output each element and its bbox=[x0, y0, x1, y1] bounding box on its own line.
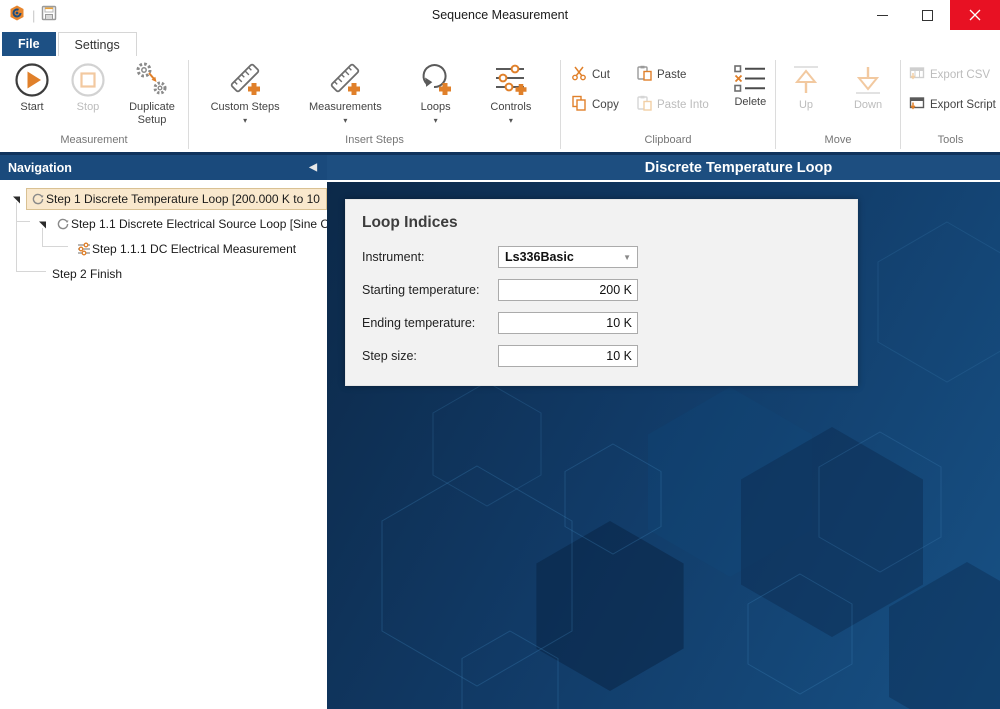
arrow-up-icon bbox=[788, 61, 824, 99]
expander-expanded-icon[interactable] bbox=[36, 218, 48, 230]
paste-into-icon bbox=[636, 95, 652, 114]
ending-temperature-label: Ending temperature: bbox=[362, 316, 498, 330]
duplicate-setup-button[interactable]: Duplicate Setup bbox=[120, 56, 184, 127]
content-area: Loop Indices Instrument: Ls336Basic ▼ St… bbox=[327, 180, 1000, 709]
tree-item-step-1-1[interactable]: Step 1.1 Discrete Electrical Source Loop… bbox=[0, 211, 327, 236]
dropdown-arrow-icon: ▼ bbox=[623, 253, 631, 262]
tree-item-step-1-1-1[interactable]: Step 1.1.1 DC Electrical Measurement bbox=[0, 236, 327, 261]
instrument-dropdown[interactable]: Ls336Basic ▼ bbox=[498, 246, 638, 268]
ruler-plus-icon bbox=[225, 59, 265, 101]
arrow-down-icon bbox=[850, 61, 886, 99]
ribbon-group-insert-steps: Custom Steps ▾ bbox=[189, 56, 560, 152]
group-label-move: Move bbox=[776, 134, 900, 152]
loop-icon bbox=[55, 216, 71, 232]
ribbon-group-move: Up Down Move bbox=[776, 56, 900, 152]
expander-expanded-icon[interactable] bbox=[10, 193, 22, 205]
tree-item-selected-highlight: Step 1 Discrete Temperature Loop [200.00… bbox=[26, 188, 327, 210]
maximize-button[interactable] bbox=[905, 0, 950, 30]
copy-icon bbox=[571, 95, 587, 114]
dc-measurement-icon bbox=[76, 241, 92, 257]
collapse-left-icon[interactable]: ◀ bbox=[309, 162, 317, 173]
move-down-button[interactable]: Down bbox=[845, 58, 891, 112]
delete-list-icon bbox=[733, 62, 767, 96]
export-script-button[interactable]: Export Script bbox=[909, 96, 996, 113]
tree-item-step-2[interactable]: Step 2 Finish bbox=[0, 261, 327, 286]
window-title: Sequence Measurement bbox=[0, 0, 1000, 30]
paste-icon bbox=[636, 65, 652, 84]
navigation-header: Navigation ◀ bbox=[0, 155, 327, 180]
dropdown-arrow-icon: ▾ bbox=[243, 116, 247, 125]
tab-settings[interactable]: Settings bbox=[58, 32, 137, 56]
start-button[interactable]: Start bbox=[8, 56, 56, 114]
ribbon-tab-row: File Settings bbox=[0, 30, 1000, 56]
minimize-button[interactable] bbox=[860, 0, 905, 30]
close-button[interactable] bbox=[950, 0, 1000, 30]
export-csv-icon bbox=[909, 65, 925, 84]
group-label-tools: Tools bbox=[901, 134, 1000, 152]
stop-icon bbox=[69, 59, 107, 101]
cut-button[interactable]: Cut bbox=[571, 66, 626, 83]
controls-button[interactable]: Controls ▾ bbox=[480, 56, 542, 127]
content-header: Discrete Temperature Loop bbox=[327, 155, 1000, 180]
toolbar-separator: | bbox=[32, 8, 35, 23]
export-csv-button[interactable]: Export CSV bbox=[909, 66, 996, 83]
stop-button[interactable]: Stop bbox=[64, 56, 112, 114]
title-bar: | Sequence Measurement bbox=[0, 0, 1000, 30]
ruler-plus-icon bbox=[325, 59, 365, 101]
custom-steps-button[interactable]: Custom Steps ▾ bbox=[207, 56, 283, 127]
loop-plus-icon bbox=[416, 59, 456, 101]
dropdown-arrow-icon: ▾ bbox=[434, 114, 438, 127]
step-size-input[interactable] bbox=[498, 345, 638, 367]
scissors-icon bbox=[571, 65, 587, 84]
paste-button[interactable]: Paste bbox=[636, 66, 716, 83]
navigation-panel: Step 1 Discrete Temperature Loop [200.00… bbox=[0, 180, 327, 709]
ribbon-group-tools: Export CSV Export Script T bbox=[901, 56, 1000, 152]
move-up-button[interactable]: Up bbox=[785, 58, 827, 112]
play-icon bbox=[13, 59, 51, 101]
ending-temperature-input[interactable] bbox=[498, 312, 638, 334]
ribbon-group-measurement: Start Stop bbox=[0, 56, 188, 152]
group-label-clipboard: Clipboard bbox=[561, 134, 775, 152]
dropdown-arrow-icon: ▾ bbox=[343, 114, 347, 127]
paste-into-button[interactable]: Paste Into bbox=[636, 96, 716, 113]
loops-button[interactable]: Loops ▾ bbox=[408, 56, 464, 127]
dropdown-arrow-icon: ▾ bbox=[509, 114, 513, 127]
app-window: | Sequence Measurement bbox=[0, 0, 1000, 709]
sliders-plus-icon bbox=[491, 59, 531, 101]
starting-temperature-input[interactable] bbox=[498, 279, 638, 301]
group-label-measurement: Measurement bbox=[0, 134, 188, 152]
tree-item-step-1[interactable]: Step 1 Discrete Temperature Loop [200.00… bbox=[0, 186, 327, 211]
loop-icon bbox=[30, 191, 46, 207]
save-icon[interactable] bbox=[41, 5, 57, 26]
app-logo-icon bbox=[8, 4, 26, 27]
ribbon-group-clipboard: Cut Copy bbox=[561, 56, 775, 152]
panel-title: Loop Indices bbox=[362, 214, 841, 232]
copy-button[interactable]: Copy bbox=[571, 96, 626, 113]
export-script-icon bbox=[909, 95, 925, 114]
instrument-label: Instrument: bbox=[362, 250, 498, 264]
delete-button[interactable]: Delete bbox=[726, 56, 775, 109]
tab-file[interactable]: File bbox=[2, 32, 56, 56]
step-size-label: Step size: bbox=[362, 349, 498, 363]
starting-temperature-label: Starting temperature: bbox=[362, 283, 498, 297]
ribbon: Start Stop bbox=[0, 56, 1000, 152]
duplicate-gears-icon bbox=[133, 59, 171, 101]
group-label-insert-steps: Insert Steps bbox=[189, 134, 560, 152]
quick-access-toolbar: | bbox=[0, 4, 57, 27]
loop-indices-panel: Loop Indices Instrument: Ls336Basic ▼ St… bbox=[345, 199, 858, 386]
measurements-button[interactable]: Measurements ▾ bbox=[299, 56, 391, 127]
